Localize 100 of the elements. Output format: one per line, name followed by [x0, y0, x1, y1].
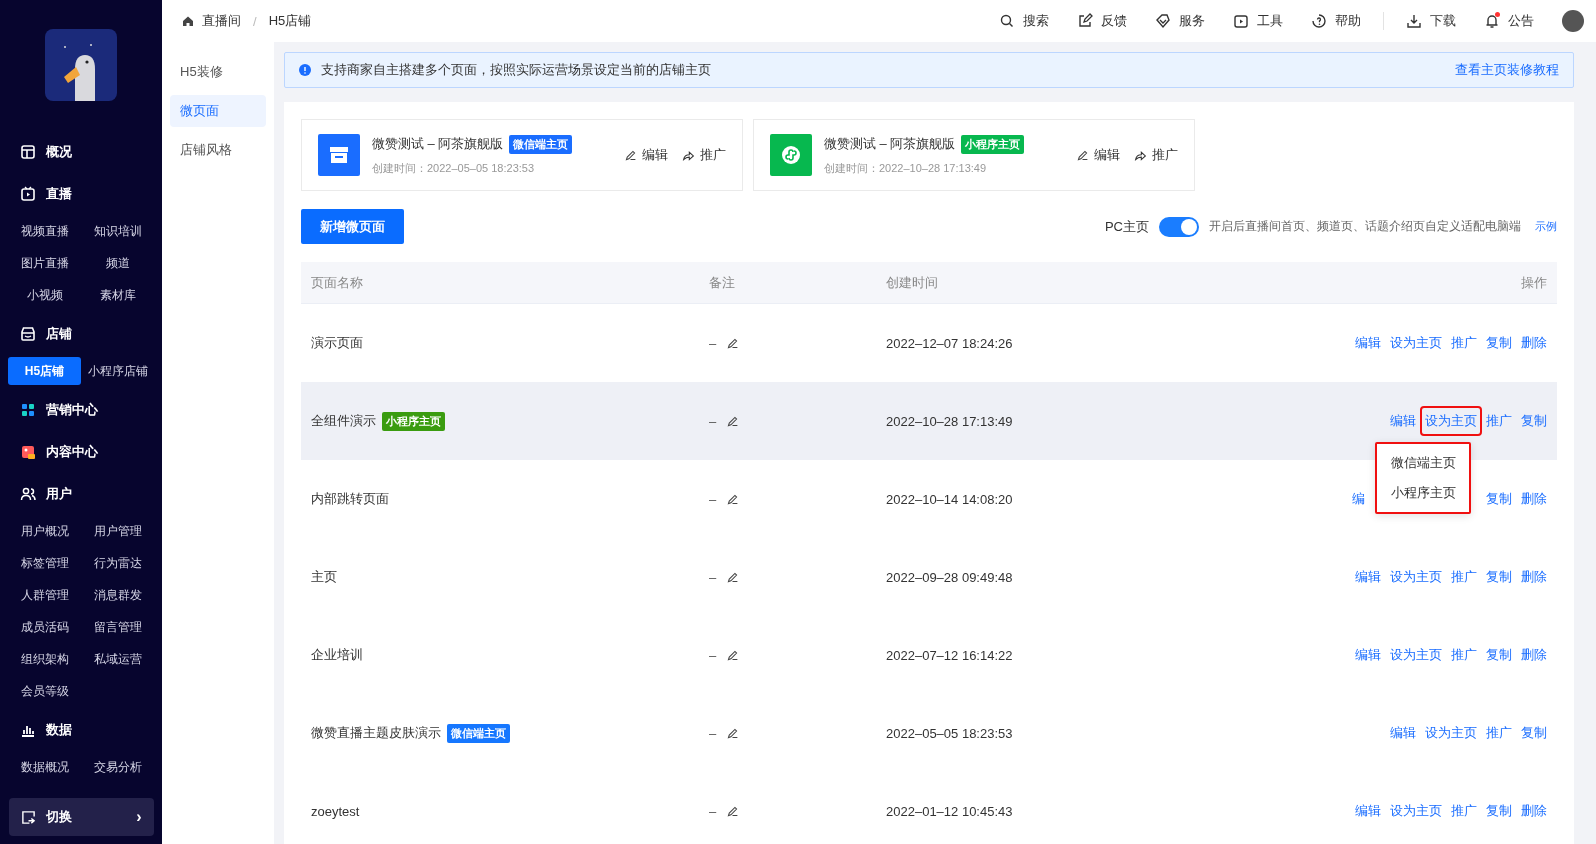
sidebar-item[interactable]: H5店铺 [8, 357, 81, 385]
sidebar-item[interactable]: 交易分析 [81, 751, 154, 783]
nav-section-label[interactable]: 店铺 [46, 325, 72, 343]
row-action-link[interactable]: 删除 [1521, 490, 1547, 508]
sidebar-item[interactable]: 小视频 [8, 279, 81, 311]
row-action-link[interactable]: 删除 [1521, 802, 1547, 820]
subnav-item[interactable]: 微页面 [170, 95, 266, 127]
row-action-link[interactable]: 设为主页 [1425, 724, 1477, 742]
example-link[interactable]: 示例 [1535, 219, 1557, 234]
sidebar-item[interactable]: 频道 [81, 247, 154, 279]
toolbar-button[interactable]: 公告 [1484, 12, 1534, 30]
row-action-link[interactable]: 编辑 [1355, 646, 1381, 664]
row-action-link[interactable]: 设为主页 [1390, 646, 1442, 664]
sidebar-item[interactable]: 组织架构 [8, 643, 81, 675]
row-action-link[interactable]: 设为主页 [1390, 568, 1442, 586]
menu-item[interactable]: 小程序主页 [1377, 478, 1469, 508]
edit-icon[interactable] [726, 726, 740, 740]
add-page-button[interactable]: 新增微页面 [301, 209, 404, 244]
sidebar-item[interactable]: 用户概况 [8, 515, 81, 547]
toolbar-button[interactable]: 帮助 [1311, 12, 1361, 30]
row-action-link[interactable]: 编辑 [1390, 724, 1416, 742]
toolbar-button[interactable]: 反馈 [1077, 12, 1127, 30]
row-action-link[interactable]: 推广 [1451, 646, 1477, 664]
card-action[interactable]: 编辑 [624, 146, 668, 164]
created-time: 创建时间：2022–05–05 18:23:53 [372, 160, 536, 176]
toolbar-button[interactable]: 工具 [1233, 12, 1283, 30]
row-action-link[interactable]: 删除 [1521, 568, 1547, 586]
note-text: – [709, 335, 717, 351]
note-text: – [709, 413, 717, 429]
row-action-link[interactable]: 删除 [1521, 646, 1547, 664]
sidebar-item[interactable]: 行为雷达 [81, 547, 154, 579]
sidebar-item[interactable]: 知识培训 [81, 215, 154, 247]
toolbar-button[interactable]: 搜索 [999, 12, 1049, 30]
home-badge: 微信端主页 [447, 723, 510, 743]
edit-icon[interactable] [726, 414, 740, 428]
row-action-link[interactable]: 设为主页 [1422, 408, 1480, 434]
row-action-link[interactable]: 复制 [1521, 724, 1547, 742]
nav-section-label[interactable]: 用户 [46, 485, 72, 503]
sidebar-item[interactable]: 视频直播 [8, 215, 81, 247]
sidebar-item[interactable]: 标签管理 [8, 547, 81, 579]
sidebar-item[interactable]: 数据概况 [8, 751, 81, 783]
avatar[interactable] [1562, 10, 1584, 32]
pc-home-toggle[interactable] [1159, 216, 1199, 237]
row-action-link[interactable]: 编辑 [1390, 412, 1416, 430]
edit-icon[interactable] [726, 804, 740, 818]
row-action-link[interactable]: 推广 [1451, 568, 1477, 586]
sidebar-item[interactable]: 用户管理 [81, 515, 154, 547]
row-action-link[interactable]: 复制 [1486, 568, 1512, 586]
column-header: 备注 [709, 274, 735, 290]
row-action-link[interactable]: 推广 [1451, 802, 1477, 820]
notice-text: 支持商家自主搭建多个页面，按照实际运营场景设定当前的店铺主页 [321, 61, 711, 79]
sidebar-item[interactable]: 素材库 [81, 279, 154, 311]
tutorial-link[interactable]: 查看主页装修教程 [1455, 61, 1559, 79]
row-action-link[interactable]: 推广 [1486, 724, 1512, 742]
subnav-item[interactable]: 店铺风格 [170, 134, 266, 166]
nav-section-label[interactable]: 直播 [46, 185, 72, 203]
edit-icon[interactable] [726, 570, 740, 584]
edit-icon[interactable] [726, 336, 740, 350]
sidebar-item[interactable]: 会员等级 [8, 675, 81, 707]
toolbar-button[interactable]: 下载 [1406, 12, 1456, 30]
sidebar-item[interactable]: 成员活码 [8, 611, 81, 643]
edit-icon[interactable] [726, 492, 740, 506]
row-action-link[interactable]: 复制 [1486, 646, 1512, 664]
row-action-link[interactable]: 复制 [1486, 802, 1512, 820]
row-action-link[interactable]: 编辑 [1355, 802, 1381, 820]
row-action-link[interactable]: 推广 [1451, 334, 1477, 352]
sidebar-item[interactable]: 私域运营 [81, 643, 154, 675]
breadcrumb-item[interactable]: H5店铺 [268, 12, 312, 30]
link-icon [770, 134, 812, 176]
grid-icon [20, 144, 36, 160]
sidebar-item[interactable]: 消息群发 [81, 579, 154, 611]
nav-section-label[interactable]: 营销中心 [46, 401, 98, 419]
row-action-link[interactable]: 编辑 [1355, 334, 1381, 352]
edit-icon[interactable] [726, 648, 740, 662]
row-action-link[interactable]: 删除 [1521, 334, 1547, 352]
row-action-link[interactable]: 复制 [1486, 490, 1512, 508]
switch-button[interactable]: 切换 › [8, 798, 154, 836]
row-action-link[interactable]: 编辑 [1355, 568, 1381, 586]
nav-section-label[interactable]: 数据 [46, 721, 72, 739]
sidebar-item[interactable]: 小程序店铺 [81, 355, 154, 387]
nav-section-label[interactable]: 概况 [46, 143, 72, 161]
sidebar-item[interactable]: 图片直播 [8, 247, 81, 279]
card-action[interactable]: 推广 [682, 146, 726, 164]
row-action-link[interactable]: 设为主页 [1390, 802, 1442, 820]
card-action[interactable]: 推广 [1134, 146, 1178, 164]
row-action-link[interactable]: 推广 [1486, 412, 1512, 430]
apps-icon [20, 402, 36, 418]
created-time: 2022–12–07 18:24:26 [886, 335, 1013, 351]
row-action-link[interactable]: 复制 [1521, 412, 1547, 430]
subnav-item[interactable]: H5装修 [170, 56, 266, 88]
created-time: 2022–10–28 17:13:49 [886, 413, 1013, 429]
breadcrumb-item[interactable]: 直播间 [202, 12, 241, 30]
row-action-link[interactable]: 复制 [1486, 334, 1512, 352]
card-action[interactable]: 编辑 [1076, 146, 1120, 164]
sidebar-item[interactable]: 人群管理 [8, 579, 81, 611]
row-action-link[interactable]: 设为主页 [1390, 334, 1442, 352]
sidebar-item[interactable]: 留言管理 [81, 611, 154, 643]
row-action-link[interactable]: 编 [1352, 490, 1365, 508]
toolbar-button[interactable]: 服务 [1155, 12, 1205, 30]
nav-section-label[interactable]: 内容中心 [46, 443, 98, 461]
